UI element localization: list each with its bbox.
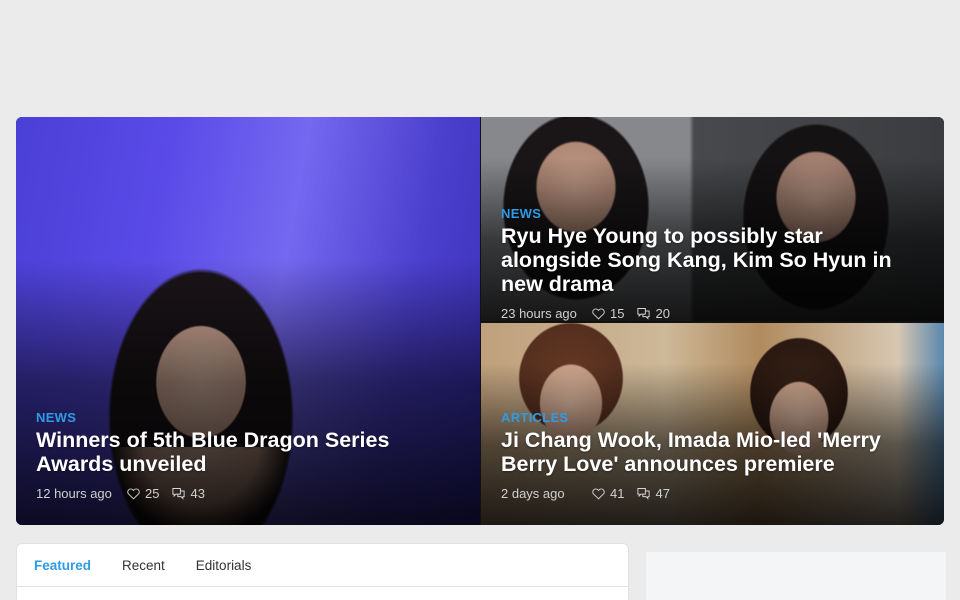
- featured-article-top-right[interactable]: NEWS Ryu Hye Young to possibly star alon…: [481, 117, 944, 321]
- comment-count[interactable]: 43: [171, 486, 205, 501]
- like-count[interactable]: 15: [591, 306, 624, 321]
- tab-featured[interactable]: Featured: [34, 558, 91, 573]
- comment-count[interactable]: 47: [636, 486, 670, 501]
- heart-icon: [592, 308, 605, 320]
- comment-count-value: 47: [655, 486, 670, 501]
- tab-recent[interactable]: Recent: [122, 558, 165, 573]
- like-count-value: 41: [610, 486, 625, 501]
- heart-icon: [127, 488, 140, 500]
- article-meta: 23 hours ago 15 20: [501, 306, 924, 321]
- tab-editorials[interactable]: Editorials: [196, 558, 252, 573]
- article-title[interactable]: Winners of 5th Blue Dragon Series Awards…: [36, 428, 460, 476]
- heart-icon: [592, 488, 605, 500]
- feed-tabs: Featured Recent Editorials: [17, 544, 628, 587]
- like-count-value: 15: [610, 306, 625, 321]
- comment-count-value: 43: [190, 486, 205, 501]
- featured-article-bottom-right[interactable]: ARTICLES Ji Chang Wook, Imada Mio-led 'M…: [481, 323, 944, 525]
- article-timestamp: 2 days ago: [501, 486, 565, 501]
- article-caption: NEWS Winners of 5th Blue Dragon Series A…: [36, 410, 460, 501]
- featured-hero-grid: NEWS Winners of 5th Blue Dragon Series A…: [16, 117, 944, 525]
- article-meta: 12 hours ago 25 43: [36, 486, 460, 501]
- comments-icon: [637, 488, 651, 500]
- comment-count-value: 20: [655, 306, 670, 321]
- like-count[interactable]: 25: [126, 486, 159, 501]
- article-title[interactable]: Ji Chang Wook, Imada Mio-led 'Merry Berr…: [501, 428, 924, 476]
- article-meta: 2 days ago 41 47: [501, 486, 924, 501]
- sidebar-widget: [646, 551, 946, 600]
- article-caption: ARTICLES Ji Chang Wook, Imada Mio-led 'M…: [501, 410, 924, 501]
- article-category[interactable]: NEWS: [36, 410, 460, 425]
- like-count[interactable]: 41: [591, 486, 624, 501]
- article-caption: NEWS Ryu Hye Young to possibly star alon…: [501, 206, 924, 321]
- article-title[interactable]: Ryu Hye Young to possibly star alongside…: [501, 224, 924, 296]
- article-category[interactable]: NEWS: [501, 206, 924, 221]
- comments-icon: [172, 488, 186, 500]
- article-feed-panel: Featured Recent Editorials: [16, 543, 629, 600]
- article-timestamp: 12 hours ago: [36, 486, 112, 501]
- article-timestamp: 23 hours ago: [501, 306, 577, 321]
- comments-icon: [637, 308, 651, 320]
- like-count-value: 25: [145, 486, 160, 501]
- article-category[interactable]: ARTICLES: [501, 410, 924, 425]
- featured-article-main[interactable]: NEWS Winners of 5th Blue Dragon Series A…: [16, 117, 480, 525]
- comment-count[interactable]: 20: [636, 306, 670, 321]
